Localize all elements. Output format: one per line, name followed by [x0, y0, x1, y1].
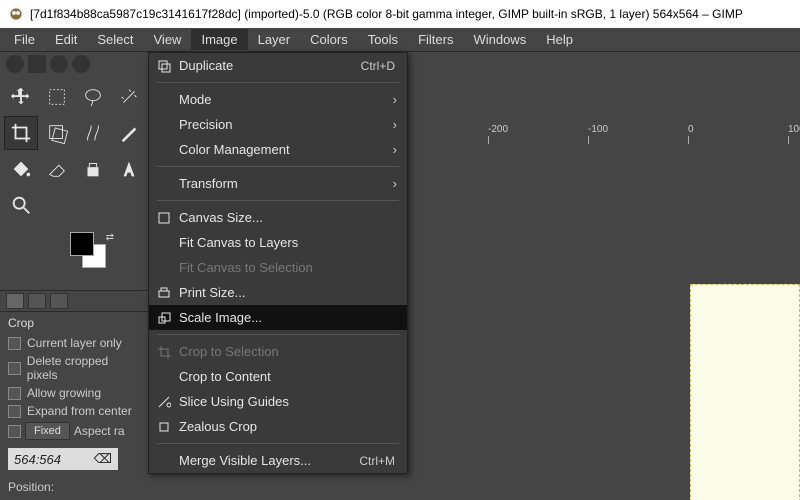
slice-icon — [157, 395, 171, 409]
menu-filters[interactable]: Filters — [408, 29, 463, 50]
menu-fit-canvas-layers[interactable]: Fit Canvas to Layers — [149, 230, 407, 255]
menu-windows[interactable]: Windows — [463, 29, 536, 50]
dock-shapes — [0, 52, 148, 76]
swap-colors-icon[interactable]: ⇄ — [106, 232, 114, 243]
fixed-dropdown[interactable]: Fixed — [25, 422, 70, 440]
rotate-tool[interactable] — [40, 116, 74, 150]
tab-other[interactable] — [50, 293, 68, 309]
checkbox-icon[interactable] — [8, 387, 21, 400]
title-bar: [7d1f834b88ca5987c19c3141617f28dc] (impo… — [0, 0, 800, 28]
checkbox-icon[interactable] — [8, 362, 21, 375]
tool-options-title: Crop — [0, 312, 148, 334]
options-tabs — [0, 290, 148, 312]
shape-circle-icon — [6, 55, 24, 73]
chevron-right-icon: › — [393, 142, 397, 157]
menu-image[interactable]: Image — [191, 29, 247, 50]
fuzzy-select-tool[interactable] — [112, 80, 146, 114]
menu-edit[interactable]: Edit — [45, 29, 87, 50]
menu-help[interactable]: Help — [536, 29, 583, 50]
menu-crop-content[interactable]: Crop to Content — [149, 364, 407, 389]
gimp-icon — [8, 6, 24, 22]
zoom-tool[interactable] — [4, 188, 38, 222]
chevron-right-icon: › — [393, 92, 397, 107]
move-tool[interactable] — [4, 80, 38, 114]
aspect-ratio-input[interactable]: 564:564 ⌫ — [8, 448, 118, 470]
zealous-icon — [157, 420, 171, 434]
paintbrush-tool[interactable] — [112, 116, 146, 150]
clear-icon[interactable]: ⌫ — [94, 451, 112, 467]
left-panel: ⇄ Crop Current layer only Delete cropped… — [0, 52, 148, 500]
crop-tool[interactable] — [4, 116, 38, 150]
menu-mode[interactable]: Mode› — [149, 87, 407, 112]
shape-square-icon — [28, 55, 46, 73]
menu-duplicate[interactable]: Duplicate Ctrl+D — [149, 53, 407, 78]
menu-layer[interactable]: Layer — [248, 29, 301, 50]
checkbox-icon[interactable] — [8, 405, 21, 418]
foreground-color[interactable] — [70, 232, 94, 256]
menu-merge-visible[interactable]: Merge Visible Layers... Ctrl+M — [149, 448, 407, 473]
color-swatch[interactable]: ⇄ — [70, 232, 114, 282]
position-label: Position: — [0, 476, 148, 498]
menu-select[interactable]: Select — [87, 29, 143, 50]
opt-expand-center[interactable]: Expand from center — [0, 402, 148, 420]
opt-current-layer[interactable]: Current layer only — [0, 334, 148, 352]
toolbox — [0, 76, 148, 226]
print-size-icon — [157, 286, 171, 300]
menu-slice-guides[interactable]: Slice Using Guides — [149, 389, 407, 414]
menu-colors[interactable]: Colors — [300, 29, 358, 50]
image-menu-dropdown: Duplicate Ctrl+D Mode› Precision› Color … — [148, 52, 408, 474]
menubar: File Edit Select View Image Layer Colors… — [0, 28, 800, 52]
canvas-size-icon — [157, 211, 171, 225]
clone-tool[interactable] — [76, 152, 110, 186]
menu-fit-canvas-selection: Fit Canvas to Selection — [149, 255, 407, 280]
menu-tools[interactable]: Tools — [358, 29, 408, 50]
checkbox-icon[interactable] — [8, 425, 21, 438]
title-text: [7d1f834b88ca5987c19c3141617f28dc] (impo… — [30, 7, 743, 21]
tab-tool-options[interactable] — [6, 293, 24, 309]
opt-delete-cropped[interactable]: Delete cropped pixels — [0, 352, 148, 384]
image-canvas[interactable] — [690, 284, 800, 500]
rect-select-tool[interactable] — [40, 80, 74, 114]
menu-transform[interactable]: Transform› — [149, 171, 407, 196]
free-select-tool[interactable] — [76, 80, 110, 114]
warp-tool[interactable] — [76, 116, 110, 150]
checkbox-icon[interactable] — [8, 337, 21, 350]
chevron-right-icon: › — [393, 117, 397, 132]
crop-icon — [157, 345, 171, 359]
aspect-label: Aspect ra — [74, 424, 125, 438]
menu-canvas-size[interactable]: Canvas Size... — [149, 205, 407, 230]
menu-file[interactable]: File — [4, 29, 45, 50]
shape-circle3-icon — [72, 55, 90, 73]
menu-view[interactable]: View — [144, 29, 192, 50]
text-tool[interactable] — [112, 152, 146, 186]
opt-allow-growing[interactable]: Allow growing — [0, 384, 148, 402]
menu-print-size[interactable]: Print Size... — [149, 280, 407, 305]
duplicate-icon — [157, 59, 171, 73]
menu-zealous-crop[interactable]: Zealous Crop — [149, 414, 407, 439]
menu-crop-selection: Crop to Selection — [149, 339, 407, 364]
eraser-tool[interactable] — [40, 152, 74, 186]
menu-color-management[interactable]: Color Management› — [149, 137, 407, 162]
tab-device-status[interactable] — [28, 293, 46, 309]
menu-scale-image[interactable]: Scale Image... — [149, 305, 407, 330]
shape-circle2-icon — [50, 55, 68, 73]
scale-icon — [157, 311, 171, 325]
chevron-right-icon: › — [393, 176, 397, 191]
bucket-tool[interactable] — [4, 152, 38, 186]
menu-precision[interactable]: Precision› — [149, 112, 407, 137]
